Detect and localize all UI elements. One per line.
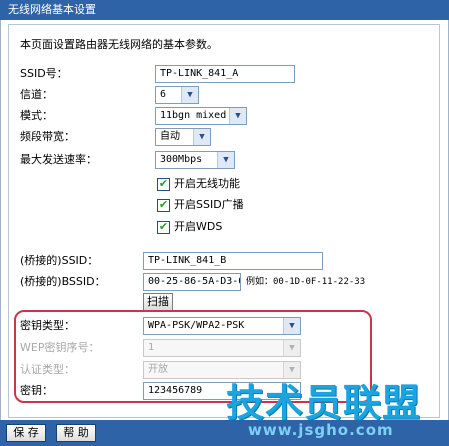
wep-index-select[interactable]: 1 ▼ bbox=[143, 339, 301, 357]
key-type-value: WPA-PSK/WPA2-PSK bbox=[148, 320, 245, 331]
wep-index-value: 1 bbox=[148, 342, 155, 353]
wep-index-label: WEP密钥序号： bbox=[20, 341, 100, 354]
watermark-url: www.jsgho.com bbox=[248, 421, 394, 439]
mode-label: 模式： bbox=[20, 109, 53, 122]
chevron-down-icon[interactable]: ▼ bbox=[283, 318, 300, 334]
bandwidth-value: 自动 bbox=[160, 131, 180, 142]
help-button[interactable]: 帮 助 bbox=[56, 424, 96, 442]
bridged-bssid-label: (桥接的)BSSID： bbox=[20, 275, 106, 288]
key-label: 密钥： bbox=[20, 384, 53, 397]
channel-label: 信道： bbox=[20, 88, 53, 101]
chevron-down-icon[interactable]: ▼ bbox=[229, 108, 246, 124]
channel-value: 6 bbox=[160, 89, 167, 100]
ssid-broadcast-checkbox[interactable]: ✔ bbox=[157, 198, 170, 212]
bssid-example-hint: 例如：00-1D-0F-11-22-33 bbox=[246, 277, 366, 287]
wds-label: 开启WDS bbox=[174, 220, 223, 233]
bridged-bssid-input[interactable]: 00-25-86-5A-D3-06 bbox=[143, 273, 241, 291]
bandwidth-label: 频段带宽： bbox=[20, 130, 75, 143]
scan-button[interactable]: 扫描 bbox=[143, 293, 173, 311]
auth-type-value: 开放 bbox=[148, 364, 168, 375]
ssid-label: SSID号： bbox=[20, 67, 68, 80]
chevron-down-icon[interactable]: ▼ bbox=[181, 87, 198, 103]
max-rate-select[interactable]: 300Mbps ▼ bbox=[155, 151, 235, 169]
bridged-ssid-label: (桥接的)SSID： bbox=[20, 254, 99, 267]
mode-value: 11bgn mixed bbox=[160, 110, 227, 121]
mode-select[interactable]: 11bgn mixed ▼ bbox=[155, 107, 247, 125]
watermark-logo-text: 技术员联盟 bbox=[226, 381, 422, 425]
enable-wireless-checkbox[interactable]: ✔ bbox=[157, 177, 170, 191]
save-button[interactable]: 保 存 bbox=[6, 424, 46, 442]
bridged-ssid-input[interactable]: TP-LINK_841_B bbox=[143, 252, 323, 270]
wds-checkbox[interactable]: ✔ bbox=[157, 220, 170, 234]
chevron-down-icon[interactable]: ▼ bbox=[217, 152, 234, 168]
bandwidth-select[interactable]: 自动 ▼ bbox=[155, 128, 211, 146]
key-type-select[interactable]: WPA-PSK/WPA2-PSK ▼ bbox=[143, 317, 301, 335]
key-type-label: 密钥类型： bbox=[20, 319, 75, 332]
max-rate-value: 300Mbps bbox=[160, 154, 203, 165]
wds-option[interactable]: ✔ 开启WDS bbox=[157, 220, 222, 234]
ssid-broadcast-label: 开启SSID广播 bbox=[174, 198, 244, 211]
chevron-down-icon[interactable]: ▼ bbox=[193, 129, 210, 145]
enable-wireless-option[interactable]: ✔ 开启无线功能 bbox=[157, 177, 240, 191]
enable-wireless-label: 开启无线功能 bbox=[174, 177, 240, 190]
ssid-input[interactable]: TP-LINK_841_A bbox=[155, 65, 295, 83]
window-title: 无线网络基本设置 bbox=[0, 0, 449, 20]
ssid-broadcast-option[interactable]: ✔ 开启SSID广播 bbox=[157, 198, 244, 212]
intro-text: 本页面设置路由器无线网络的基本参数。 bbox=[20, 38, 218, 51]
chevron-down-icon[interactable]: ▼ bbox=[283, 340, 300, 356]
auth-type-label: 认证类型： bbox=[20, 363, 75, 376]
max-rate-label: 最大发送速率： bbox=[20, 153, 97, 166]
channel-select[interactable]: 6 ▼ bbox=[155, 86, 199, 104]
